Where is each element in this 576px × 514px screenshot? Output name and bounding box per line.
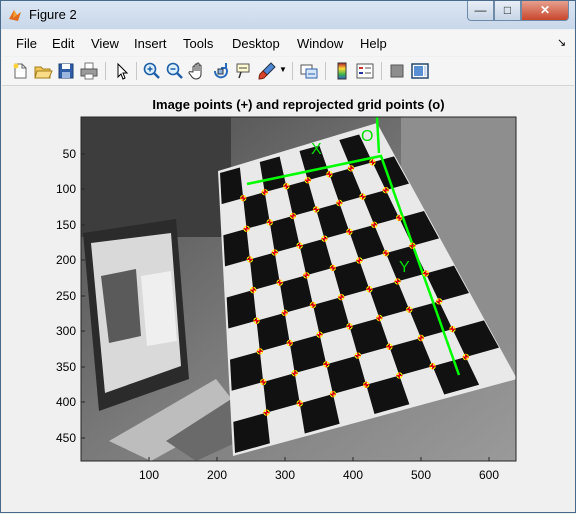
grid-point-marker [386,343,393,350]
grid-point-marker [281,309,288,317]
x-axis-annotation: X [311,141,322,158]
grid-point-marker [321,235,328,242]
grid-point-marker [449,325,456,333]
y-tick-label: 300 [56,324,76,338]
grid-point-marker [422,270,429,277]
y-axis-annotation: Y [399,259,410,276]
grid-point-marker [283,182,290,190]
grid-point-marker [329,390,337,398]
grid-point-marker [316,331,323,338]
grid-point-marker [256,348,264,355]
grid-point-marker [260,378,267,386]
x-tick-label: 300 [275,468,295,482]
grid-point-marker [304,177,312,184]
grid-point-marker [356,257,363,264]
figure-window: Figure 2 — □ ✕ File Edit View Insert Too… [0,0,576,513]
x-tick-label: 500 [411,468,431,482]
y-tick-label: 50 [63,147,77,161]
plot-svg: X Y O 100 200 300 400 500 600 50 100 150… [56,116,517,482]
grid-point-marker [354,352,362,359]
grid-point-marker [406,306,413,313]
grid-point-marker [376,314,383,322]
grid-point-marker [371,221,378,229]
origin-annotation: O [361,128,373,145]
grid-point-marker [346,323,353,330]
grid-point-marker [462,353,469,361]
camera-image: X Y O [81,117,516,461]
grid-point-marker [337,293,345,301]
x-tick-labels: 100 200 300 400 500 600 [139,468,499,482]
grid-point-marker [346,228,353,235]
y-tick-label: 450 [56,431,76,445]
grid-point-marker [266,219,273,226]
grid-point-marker [394,278,401,285]
grid-point-marker [261,188,268,196]
grid-point-marker [369,159,376,166]
y-tick-label: 200 [56,253,76,267]
y-tick-labels: 50 100 150 200 250 300 350 400 450 [56,147,76,445]
grid-point-marker [395,214,403,222]
grid-point-marker [396,372,403,379]
grid-point-marker [417,334,425,342]
grid-point-marker [286,339,293,347]
grid-point-marker [296,242,303,249]
grid-point-marker [359,193,366,200]
grid-point-marker [312,206,320,213]
board-square [220,167,244,205]
grid-point-marker [362,381,370,388]
grid-point-marker [409,242,416,249]
grid-point-marker [303,272,310,279]
grid-point-marker [291,369,298,377]
grid-point-marker [309,301,317,309]
grid-point-marker [429,363,436,370]
x-tick-label: 100 [139,468,159,482]
grid-point-marker [329,264,337,272]
x-tick-label: 600 [479,468,499,482]
grid-point-marker [263,409,270,416]
y-tick-label: 100 [56,182,76,196]
y-tick-label: 150 [56,218,76,232]
grid-point-marker [326,171,333,178]
grid-point-marker [382,186,389,194]
grid-point-marker [250,286,257,294]
grid-point-marker [296,400,303,407]
grid-point-marker [347,165,355,172]
grid-point-marker [366,286,373,293]
grid-point-marker [336,199,343,207]
y-tick-label: 250 [56,289,76,303]
grid-point-marker [240,194,247,202]
y-tick-label: 350 [56,360,76,374]
grid-point-marker [276,279,283,286]
x-tick-label: 400 [343,468,363,482]
grid-point-marker [435,298,443,305]
grid-point-marker [382,249,390,257]
x-tick-label: 200 [207,468,227,482]
grid-point-marker [243,225,250,232]
grid-point-marker [253,317,260,324]
y-tick-label: 400 [56,395,76,409]
grid-point-marker [246,256,254,263]
grid-point-marker [271,249,278,256]
grid-point-marker [323,361,330,368]
grid-point-marker [289,212,297,220]
